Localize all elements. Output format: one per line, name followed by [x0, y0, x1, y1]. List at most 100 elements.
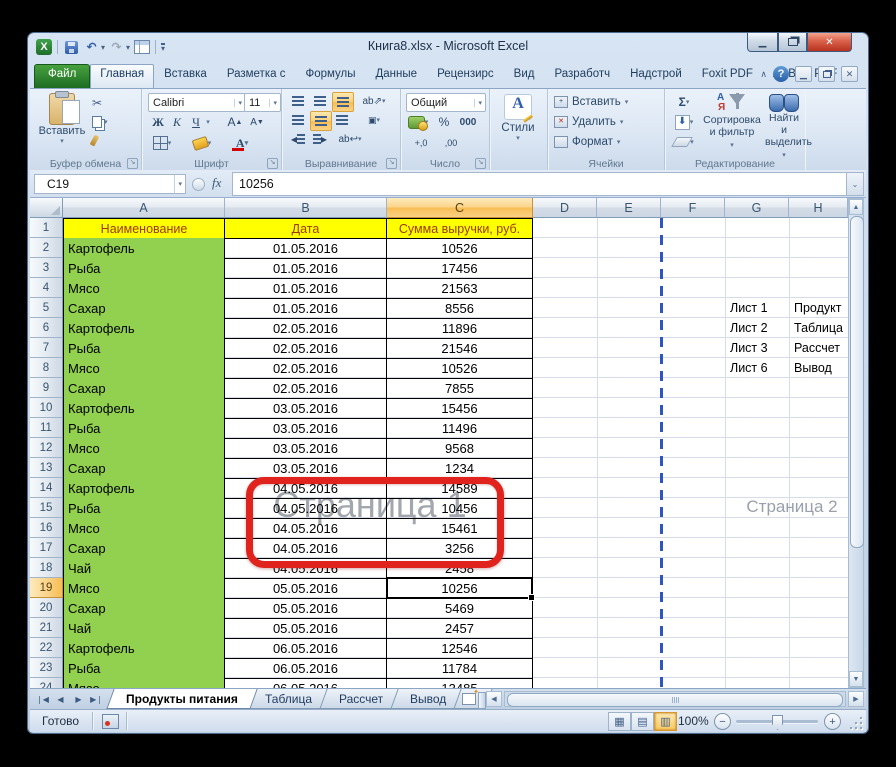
- row-header-16[interactable]: 16: [30, 518, 63, 538]
- ribbon-tab-Foxit PDF[interactable]: Foxit PDF: [692, 64, 763, 88]
- align-bottom-button[interactable]: [332, 92, 354, 112]
- cell-value[interactable]: 10526: [387, 358, 533, 379]
- cell-sheet-ref[interactable]: Лист 2: [725, 318, 789, 338]
- align-left-button[interactable]: [288, 111, 308, 129]
- number-dialog-launcher[interactable]: ↘: [475, 158, 486, 169]
- cell-value[interactable]: 12546: [387, 638, 533, 659]
- cell-name[interactable]: Мясо: [63, 358, 225, 379]
- row-header-14[interactable]: 14: [30, 478, 63, 498]
- sheet-tab-Продукты питания[interactable]: Продукты питания: [106, 689, 257, 709]
- row-header-11[interactable]: 11: [30, 418, 63, 438]
- fill-color-button[interactable]: ▾: [190, 134, 214, 152]
- column-header-E[interactable]: E: [597, 198, 661, 218]
- cell-name[interactable]: Рыба: [63, 498, 225, 519]
- cell-value[interactable]: 21546: [387, 338, 533, 359]
- cell-name[interactable]: Сахар: [63, 298, 225, 319]
- name-box-dropdown[interactable]: ▾: [174, 175, 185, 193]
- cell-value[interactable]: 2457: [387, 618, 533, 639]
- insert-cells-button[interactable]: +Вставить▾: [554, 93, 628, 111]
- row-header-12[interactable]: 12: [30, 438, 63, 458]
- align-center-button[interactable]: [310, 111, 332, 131]
- increase-decimal-button[interactable]: +,0: [409, 134, 433, 152]
- row-header-5[interactable]: 5: [30, 298, 63, 318]
- row-header-21[interactable]: 21: [30, 618, 63, 638]
- delete-cells-button[interactable]: ✕Удалить▾: [554, 113, 623, 131]
- column-header-A[interactable]: A: [63, 198, 225, 218]
- scroll-up-button[interactable]: ▲: [849, 199, 863, 215]
- find-select-button[interactable]: Найти и выделить▾: [765, 92, 803, 162]
- row-header-9[interactable]: 9: [30, 378, 63, 398]
- cell-sheet-ref[interactable]: Лист 6: [725, 358, 789, 378]
- ribbon-tab-Разметка с[interactable]: Разметка с: [217, 64, 296, 88]
- cell-sheet-name[interactable]: Вывод: [789, 358, 848, 378]
- cell-value[interactable]: 11784: [387, 658, 533, 679]
- cell-sheet-name[interactable]: Продукт: [789, 298, 848, 318]
- cell-value[interactable]: 5469: [387, 598, 533, 619]
- cell-name[interactable]: Картофель: [63, 398, 225, 419]
- row-header-2[interactable]: 2: [30, 238, 63, 258]
- row-header-19[interactable]: 19: [30, 578, 63, 598]
- cell-name[interactable]: Сахар: [63, 598, 225, 619]
- decrease-decimal-button[interactable]: ,00: [439, 134, 463, 152]
- cell-name[interactable]: Картофель: [63, 238, 225, 259]
- cell-sheet-name[interactable]: Таблица: [789, 318, 848, 338]
- column-header-D[interactable]: D: [533, 198, 597, 218]
- cell-date[interactable]: 06.05.2016: [225, 658, 387, 679]
- format-painter-button[interactable]: [92, 131, 130, 150]
- row-header-10[interactable]: 10: [30, 398, 63, 418]
- column-header-B[interactable]: B: [225, 198, 387, 218]
- autosum-button[interactable]: Σ▾: [671, 93, 697, 111]
- row-header-20[interactable]: 20: [30, 598, 63, 618]
- cell-sheet-name[interactable]: Рассчет: [789, 338, 848, 358]
- cell-date[interactable]: 06.05.2016: [225, 638, 387, 659]
- first-sheet-button[interactable]: ❘◀: [34, 691, 51, 707]
- formula-input[interactable]: 10256: [232, 172, 856, 196]
- row-header-13[interactable]: 13: [30, 458, 63, 478]
- font-dialog-launcher[interactable]: ↘: [267, 158, 278, 169]
- minimize-button[interactable]: ▁: [747, 33, 778, 52]
- close-button[interactable]: ✕: [807, 33, 852, 52]
- cell-value[interactable]: 15456: [387, 398, 533, 419]
- cell-value[interactable]: 11896: [387, 318, 533, 339]
- ribbon-tab-Рецензирс[interactable]: Рецензирс: [427, 64, 504, 88]
- cell-name[interactable]: Чай: [63, 558, 225, 579]
- expand-formula-bar-button[interactable]: ⌄: [846, 172, 864, 196]
- bold-button[interactable]: Ж: [150, 113, 166, 131]
- cell-name[interactable]: Мясо: [63, 518, 225, 539]
- clipboard-dialog-launcher[interactable]: ↘: [127, 158, 138, 169]
- cell-name[interactable]: Мясо: [63, 278, 225, 299]
- cell-value[interactable]: 10526: [387, 238, 533, 259]
- horizontal-scroll-thumb[interactable]: [507, 693, 843, 707]
- row-header-22[interactable]: 22: [30, 638, 63, 658]
- table-header-cell[interactable]: Наименование: [63, 218, 225, 239]
- cell-date[interactable]: 01.05.2016: [225, 298, 387, 319]
- borders-button[interactable]: ▾: [150, 134, 174, 152]
- italic-button[interactable]: К: [169, 113, 185, 131]
- cell-name[interactable]: Чай: [63, 618, 225, 639]
- vertical-scrollbar[interactable]: ▲ ▼: [848, 198, 864, 688]
- row-header-6[interactable]: 6: [30, 318, 63, 338]
- row-header-4[interactable]: 4: [30, 278, 63, 298]
- ribbon-tab-Надстрой[interactable]: Надстрой: [620, 64, 692, 88]
- zoom-out-button[interactable]: −: [714, 713, 731, 730]
- sheet-tab-Таблица[interactable]: Таблица: [245, 689, 331, 709]
- workbook-restore-button[interactable]: [818, 66, 835, 82]
- decrease-indent-button[interactable]: ◀: [288, 130, 308, 148]
- workbook-close-button[interactable]: ✕: [841, 66, 858, 82]
- accounting-format-button[interactable]: ▾: [406, 113, 430, 131]
- comma-style-button[interactable]: 000: [455, 113, 481, 131]
- row-header-8[interactable]: 8: [30, 358, 63, 378]
- restore-button[interactable]: [778, 33, 807, 52]
- selected-cell-border[interactable]: [386, 577, 533, 599]
- ribbon-tab-Формулы[interactable]: Формулы: [295, 64, 365, 88]
- resize-grip[interactable]: [849, 716, 862, 729]
- underline-button[interactable]: Ч: [188, 113, 204, 131]
- row-header-3[interactable]: 3: [30, 258, 63, 278]
- cell-name[interactable]: Сахар: [63, 378, 225, 399]
- ribbon-tab-Главная[interactable]: Главная: [90, 64, 154, 88]
- styles-button[interactable]: A Стили ▾: [494, 94, 542, 142]
- sort-filter-button[interactable]: АЯ Сортировка и фильтр▾: [701, 92, 763, 152]
- cell-name[interactable]: Картофель: [63, 478, 225, 499]
- ribbon-tab-Вид[interactable]: Вид: [504, 64, 545, 88]
- ribbon-tab-Файл[interactable]: Файл: [34, 64, 90, 88]
